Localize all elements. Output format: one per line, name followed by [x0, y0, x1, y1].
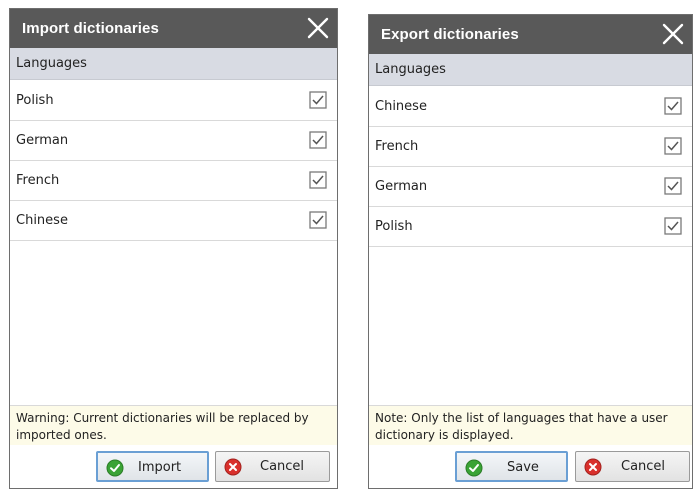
cancel-button[interactable]: Cancel	[215, 451, 330, 482]
info-notice: Note: Only the list of languages that ha…	[369, 405, 692, 447]
dialog-titlebar: Import dictionaries	[10, 9, 337, 48]
cancel-button[interactable]: Cancel	[575, 451, 690, 482]
close-button[interactable]	[305, 15, 331, 41]
close-button[interactable]	[660, 21, 686, 47]
close-icon	[307, 17, 329, 39]
language-row-chinese[interactable]: Chinese	[10, 201, 337, 241]
language-label: French	[375, 139, 419, 154]
language-checkbox[interactable]	[664, 137, 682, 155]
save-button[interactable]: Save	[455, 451, 568, 482]
close-icon	[662, 23, 684, 45]
import-dictionaries-dialog: Import dictionaries Languages Polish Ger…	[9, 8, 338, 489]
dialog-title: Import dictionaries	[22, 20, 159, 37]
green-check-circle-icon	[106, 459, 124, 477]
language-row-polish[interactable]: Polish	[10, 81, 337, 121]
language-label: Polish	[375, 219, 413, 234]
dialog-footer: Import Cancel	[10, 445, 337, 488]
checkbox-checked-icon	[664, 137, 682, 155]
language-row-german[interactable]: German	[10, 121, 337, 161]
dialog-footer: Save Cancel	[369, 445, 692, 488]
language-checkbox[interactable]	[664, 177, 682, 195]
language-row-german[interactable]: German	[369, 167, 692, 207]
languages-column-header: Languages	[10, 48, 337, 80]
language-checkbox[interactable]	[309, 91, 327, 109]
language-label: Chinese	[375, 99, 427, 114]
language-checkbox[interactable]	[664, 217, 682, 235]
save-button-label: Save	[507, 460, 539, 475]
language-label: Polish	[16, 93, 54, 108]
checkbox-checked-icon	[664, 97, 682, 115]
language-checkbox[interactable]	[309, 131, 327, 149]
language-checkbox[interactable]	[664, 97, 682, 115]
checkbox-checked-icon	[664, 217, 682, 235]
language-label: Chinese	[16, 213, 68, 228]
language-row-polish[interactable]: Polish	[369, 207, 692, 247]
language-row-chinese[interactable]: Chinese	[369, 87, 692, 127]
language-checkbox[interactable]	[309, 211, 327, 229]
dialog-titlebar: Export dictionaries	[369, 15, 692, 54]
checkbox-checked-icon	[309, 131, 327, 149]
language-row-french[interactable]: French	[369, 127, 692, 167]
export-dictionaries-dialog: Export dictionaries Languages Chinese Fr…	[368, 14, 693, 489]
language-checkbox[interactable]	[309, 171, 327, 189]
warning-notice: Warning: Current dictionaries will be re…	[10, 405, 337, 447]
languages-list: Chinese French German Polish	[369, 87, 692, 247]
import-button[interactable]: Import	[96, 451, 209, 482]
checkbox-checked-icon	[309, 171, 327, 189]
red-x-circle-icon	[224, 458, 242, 476]
language-label: German	[375, 179, 428, 194]
language-label: German	[16, 133, 69, 148]
cancel-button-label: Cancel	[621, 459, 666, 474]
languages-list: Polish German French Chinese	[10, 81, 337, 241]
import-button-label: Import	[138, 460, 182, 475]
red-x-circle-icon	[584, 458, 602, 476]
language-row-french[interactable]: French	[10, 161, 337, 201]
cancel-button-label: Cancel	[260, 459, 305, 474]
checkbox-checked-icon	[664, 177, 682, 195]
dialog-title: Export dictionaries	[381, 26, 519, 43]
languages-column-header: Languages	[369, 54, 692, 86]
green-check-circle-icon	[465, 459, 483, 477]
checkbox-checked-icon	[309, 91, 327, 109]
checkbox-checked-icon	[309, 211, 327, 229]
language-label: French	[16, 173, 60, 188]
